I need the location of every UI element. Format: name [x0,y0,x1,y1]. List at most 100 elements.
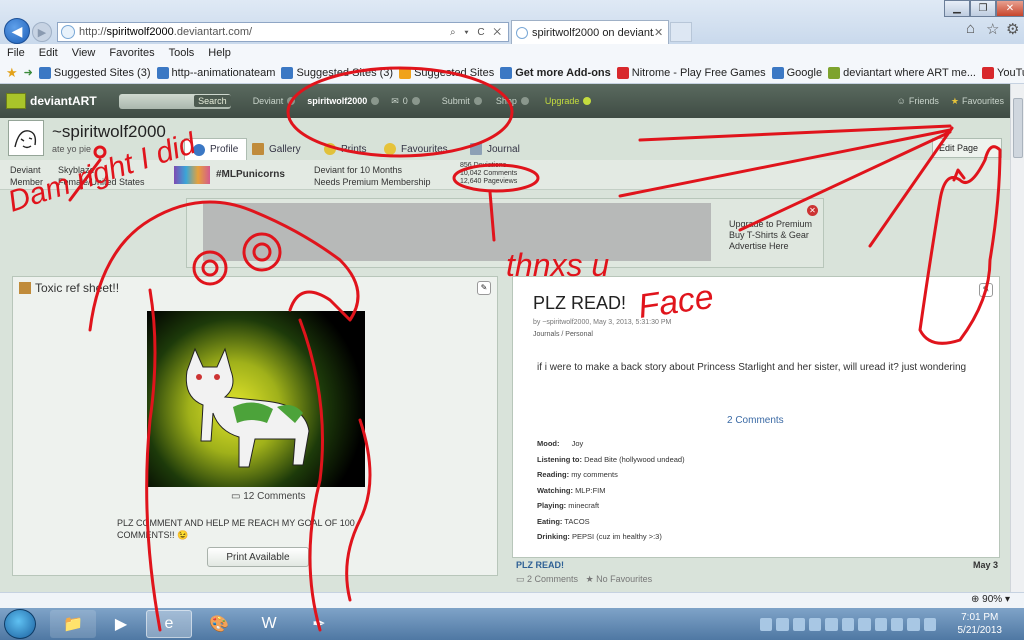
deviation-thumbnail[interactable] [147,311,365,487]
ad-links: Upgrade to Premium Buy T-Shirts & Gear A… [729,219,812,252]
tray-icon[interactable] [760,618,773,631]
avatar[interactable] [8,120,44,156]
fav-link[interactable]: deviantart where ART me... [828,66,976,79]
favorites-star-icon[interactable]: ☆ [986,20,999,38]
tray-icon[interactable] [841,618,855,631]
pencil-icon[interactable]: ✎ [979,283,993,297]
deviantart-logo-icon [6,93,26,109]
featured-title[interactable]: Toxic ref sheet!! [19,281,119,295]
pen-icon[interactable]: ✒ [296,610,342,638]
back-button[interactable]: ◀ [4,18,30,44]
tab-gallery[interactable]: Gallery [244,138,309,160]
nav-friends[interactable]: ☺ Friends [897,96,939,106]
footer-comments-link[interactable]: 2 Comments [527,574,578,584]
menu-edit[interactable]: Edit [32,47,65,59]
fav-link[interactable]: YouTube (3) [982,66,1024,79]
deviantart-nav-bar: deviantART Search Deviant spiritwolf2000… [0,84,1010,118]
menu-help[interactable]: Help [201,47,238,59]
ad-close-icon[interactable]: ✕ [807,205,818,216]
settings-gear-icon[interactable]: ⚙ [1006,20,1019,38]
tray-icon[interactable] [858,618,871,631]
home-icon[interactable]: ⌂ [966,20,975,37]
ad-placeholder[interactable] [203,203,711,261]
pencil-icon[interactable]: ✎ [477,281,491,295]
fav-link[interactable]: Nitrome - Play Free Games [616,66,766,79]
menu-file[interactable]: File [0,47,32,59]
nav-submit[interactable]: Submit [442,96,482,106]
favorites-bar: ★ ➜ Suggested Sites (3) http--animationa… [0,62,1024,84]
profile-info-bar: Deviant Member Skyblaze Female/United Sta… [0,160,1010,190]
browser-tab[interactable]: spiritwolf2000 on deviantA... ✕ [511,20,669,44]
tray-icon[interactable] [776,618,789,631]
search-input[interactable]: Search [118,93,231,109]
page-scrollbar[interactable] [1010,84,1024,592]
new-tab-button[interactable] [670,22,692,42]
journal-meta: by ~spiritwolf2000, May 3, 2013, 5:31:30… [533,319,672,326]
print-available-button[interactable]: Print Available [207,547,309,567]
tray-icon[interactable] [792,618,806,631]
nav-username[interactable]: spiritwolf2000 [307,96,380,106]
deviantart-logo[interactable]: deviantART [6,93,97,109]
tray-icon[interactable] [890,618,904,631]
tab-profile[interactable]: Profile [184,138,248,160]
tray-icon[interactable] [809,618,822,631]
nav-shop[interactable]: Shop [496,96,529,106]
media-player-icon[interactable]: ▶ [98,610,144,638]
scrollbar-thumb[interactable] [1013,98,1023,158]
favorites-add-icon[interactable]: ➜ [24,66,33,79]
group-icon[interactable] [174,166,210,184]
internet-explorer-icon[interactable]: e [146,610,192,638]
edit-page-button[interactable]: Edit Page [932,138,1002,158]
tray-icon[interactable] [825,618,838,631]
comment-icon: ▭ [231,491,244,502]
advertise-link[interactable]: Advertise Here [729,241,812,252]
favorites-star-icon[interactable]: ★ [6,65,18,81]
menu-view[interactable]: View [65,47,103,59]
nav-messages[interactable]: ✉ 0 [391,96,420,107]
tray-icon[interactable] [907,618,920,631]
address-tools-icons[interactable]: ⌕ ▾ C ✕ [450,27,504,38]
close-window-button[interactable]: ✕ [996,0,1024,17]
address-url[interactable]: http://spiritwolf2000.deviantart.com/ [79,26,450,38]
favourites-star-icon [384,143,396,155]
tab-prints[interactable]: Prints [316,138,375,160]
zoom-level[interactable]: ⊕ 90% ▾ [971,594,1010,605]
taskbar-clock[interactable]: 7:01 PM 5/21/2013 [958,611,1003,637]
word-icon[interactable]: W [246,610,292,638]
search-button[interactable]: Search [194,95,231,107]
fav-link[interactable]: Get more Add-ons [500,66,611,79]
upgrade-link[interactable]: Upgrade to Premium [729,219,812,230]
start-button[interactable] [4,609,36,639]
tab-favourites[interactable]: Favourites [376,138,456,160]
explorer-icon[interactable]: 📁 [50,610,96,638]
journal-title[interactable]: PLZ READ! [533,293,626,314]
profile-username[interactable]: ~spiritwolf2000 [52,122,166,142]
tray-icon[interactable] [874,618,887,631]
journal-footer-title[interactable]: PLZ READ! [516,560,564,570]
comments-link[interactable]: ▭ 12 Comments [231,491,305,502]
nav-deviant[interactable]: Deviant [253,96,296,106]
nav-upgrade[interactable]: Upgrade [545,96,592,106]
group-name[interactable]: #MLPunicorns [216,169,285,181]
menu-favorites[interactable]: Favorites [102,47,161,59]
journal-category[interactable]: Journals / Personal [533,331,593,338]
shop-link[interactable]: Buy T-Shirts & Gear [729,230,812,241]
address-bar[interactable]: http://spiritwolf2000.deviantart.com/ ⌕ … [57,22,509,42]
maximize-button[interactable]: ❐ [970,0,996,17]
fav-link[interactable]: Suggested Sites (3) [281,66,393,79]
journal-field-playing: Playing: minecraft [537,501,600,510]
fav-link[interactable]: Google [771,66,822,79]
fav-link[interactable]: Suggested Sites (3) [38,66,151,79]
forward-button[interactable]: ▶ [32,22,52,42]
tab-journal[interactable]: Journal [462,138,528,160]
fav-link[interactable]: http--animationateam [156,66,275,79]
menu-tools[interactable]: Tools [162,47,202,59]
nav-favourites[interactable]: ★ Favourites [951,96,1004,107]
tray-icon[interactable] [923,618,936,631]
journal-comments-link[interactable]: 2 Comments [727,415,784,426]
tab-close-icon[interactable]: ✕ [654,26,668,39]
journal-field-mood: Mood: Joy [537,439,584,448]
minimize-button[interactable]: ▁ [944,0,970,17]
paint-icon[interactable]: 🎨 [196,610,242,638]
fav-link[interactable]: Suggested Sites [399,66,494,79]
